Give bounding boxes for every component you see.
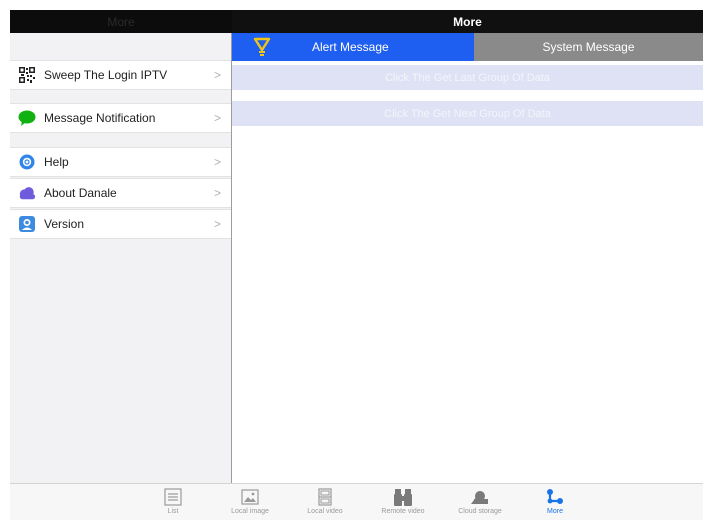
tab-label: More [547,508,563,515]
tab-local-video[interactable]: Local video [290,487,360,519]
list-icon [164,487,182,507]
image-icon [241,487,259,507]
tab-cloud-storage[interactable]: Cloud storage [445,487,515,519]
sidebar-title: More [107,14,135,29]
chevron-right-icon: > [213,217,221,231]
sidebar-item-sweep-login[interactable]: Sweep The Login IPTV > [10,60,231,90]
tab-system-message[interactable]: System Message [474,33,703,61]
sidebar-item-message-notification[interactable]: Message Notification > [10,103,231,133]
tab-label: Local image [231,508,269,515]
tab-label: List [167,508,179,515]
speech-bubble-icon [18,109,36,127]
film-icon [318,487,332,507]
sidebar-item-label: Sweep The Login IPTV [44,68,168,82]
sidebar-item-help[interactable]: Help > [10,147,231,177]
tab-label: Remote video [381,508,425,515]
sidebar-item-version[interactable]: Version > [10,209,231,239]
sidebar-item-about[interactable]: About Danale > [10,178,231,208]
cloud-storage-icon [471,487,489,507]
bottom-tab-bar: List Local image Local video Remote vide… [10,483,703,520]
tab-local-image[interactable]: Local image [215,487,285,519]
get-next-group-button[interactable]: Click The Get Next Group Of Data [232,101,703,126]
version-icon [18,215,36,233]
lightbulb-icon [252,37,274,57]
get-last-group-button[interactable]: Click The Get Last Group Of Data [232,65,703,90]
tab-remote-video[interactable]: Remote video [368,487,438,519]
sidebar-title-bar: More [10,10,232,33]
sidebar-item-label: Help [44,155,69,169]
qr-code-icon [18,66,36,84]
chevron-right-icon: > [213,68,221,82]
tab-more[interactable]: More [520,487,590,519]
cloud-icon [18,184,36,202]
main-title-bar: More [232,10,703,33]
tab-label: Local video [307,508,343,515]
chevron-right-icon: > [213,186,221,200]
tab-list[interactable]: List [138,487,208,519]
more-icon [546,487,564,507]
tab-label: Cloud storage [458,508,502,515]
sidebar-item-label: Message Notification [44,111,156,125]
tab-system-label: System Message [542,40,635,54]
sidebar-item-label: About Danale [44,186,117,200]
chevron-right-icon: > [213,155,221,169]
page-title: More [453,14,482,29]
lifebuoy-icon [18,153,36,171]
chevron-right-icon: > [213,111,221,125]
binoculars-icon [393,487,413,507]
main-panel: Alert Message System Message Click The G… [232,33,703,483]
tab-alert-message[interactable]: Alert Message [232,33,474,61]
sidebar-item-label: Version [44,217,85,231]
tab-alert-label: Alert Message [312,40,389,54]
sidebar: Sweep The Login IPTV > Message Notificat… [10,33,232,483]
